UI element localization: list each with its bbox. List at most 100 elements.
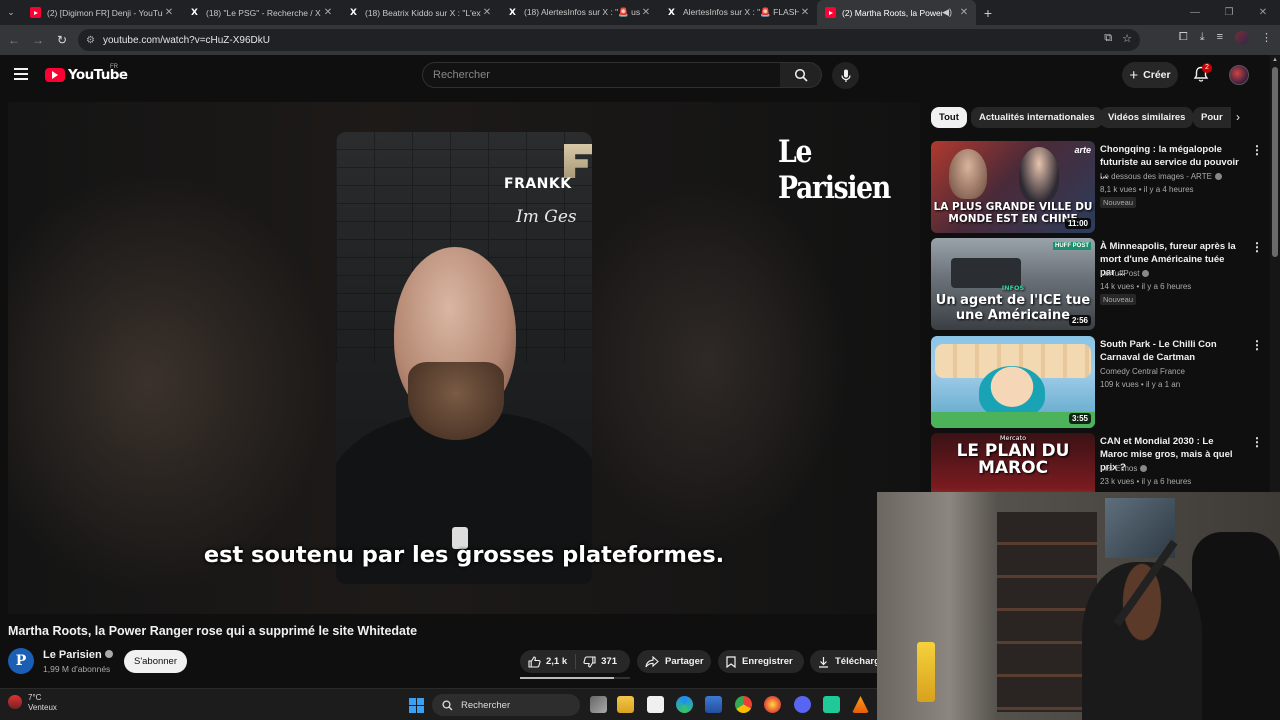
vlc-icon[interactable] [852,696,869,713]
close-tab-icon[interactable]: ✕ [640,7,652,18]
video-thumbnail[interactable]: 3:55 [931,336,1095,428]
store-icon[interactable] [705,696,722,713]
profile-avatar[interactable] [1235,31,1249,45]
chevron-right-icon[interactable]: › [1236,110,1240,124]
download-icon[interactable]: ⤓ [1200,31,1205,45]
microphone-icon [840,69,851,82]
thumb-tag: arte [1074,145,1091,155]
site-info-icon[interactable]: ⚙ [86,35,95,46]
share-button[interactable]: Partager [637,650,711,673]
scroll-up-icon[interactable]: ▲ [1270,57,1280,63]
search-input[interactable]: Rechercher [422,62,781,88]
video-subtitle: est soutenu par les grosses plateformes. [203,542,725,568]
chip-world-news[interactable]: Actualités internationales [971,107,1103,128]
verified-icon [1142,270,1150,277]
save-button[interactable]: Enregistrer [718,650,804,673]
save-label: Enregistrer [742,656,793,667]
recommended-video[interactable]: arte LA PLUS GRANDE VILLE DU MONDE EST E… [931,141,1263,233]
taskbar-search[interactable]: Rechercher [432,694,580,716]
edge-icon[interactable] [676,696,693,713]
video-title: South Park - Le Chilli Con Carnaval de C… [1100,339,1217,363]
tab-title: AlertesInfos sur X : "🚨 FLASH [683,7,799,17]
account-avatar[interactable] [1229,65,1249,85]
tab-title: (18) AlertesInfos sur X : "🚨 us [524,7,640,17]
more-options-icon[interactable]: ⋮ [1251,338,1263,352]
browser-menu-icon[interactable]: ⋮ [1261,31,1272,45]
more-options-icon[interactable]: ⋮ [1251,435,1261,449]
create-button[interactable]: + Créer [1122,62,1178,88]
close-window-icon[interactable]: ✕ [1246,0,1280,25]
recommended-video[interactable]: HUFF POST INFOS Un agent de l'ICE tue un… [931,238,1263,330]
recommended-video[interactable]: Mercato LE PLAN DU MAROC CAN et Mondial … [931,433,1261,493]
close-tab-icon[interactable]: ✕ [958,7,970,18]
browser-tab[interactable]: (2) [Digimon FR] Denji - YouTube ✕ [22,0,181,25]
browser-tab[interactable]: X (18) "Le PSG" - Recherche / X ✕ [181,0,340,25]
video-thumbnail[interactable]: Mercato LE PLAN DU MAROC [931,433,1095,493]
video-player[interactable]: FRANKK Im Ges Le Parisien est soutenu pa… [8,102,920,614]
chip-all[interactable]: Tout [931,107,967,128]
new-badge: Nouveau [1100,197,1137,208]
dislike-button[interactable]: 371 [576,655,617,668]
windows-start-icon[interactable] [409,698,424,713]
recommended-video[interactable]: 3:55 South Park - Le Chilli Con Carnaval… [931,336,1263,428]
le-parisien-watermark: Le Parisien [778,134,891,206]
maximize-icon[interactable]: ❐ [1212,0,1246,25]
discord-icon[interactable] [794,696,811,713]
chrome-icon[interactable] [735,696,752,713]
firefox-icon[interactable] [764,696,781,713]
app-icon[interactable] [823,696,840,713]
create-label: Créer [1143,69,1171,81]
install-app-icon[interactable]: ⧉ [1104,32,1112,45]
like-button[interactable]: 2,1 k [520,654,577,669]
reload-icon[interactable]: ↻ [50,33,74,47]
browser-tab[interactable]: X (18) AlertesInfos sur X : "🚨 us ✕ [499,0,658,25]
browser-tab[interactable]: X (18) Beatrix Kiddo sur X : "L'extr ✕ [340,0,499,25]
youtube-wordmark: YouTube [68,67,128,83]
notepad-icon[interactable] [647,696,664,713]
notifications-button[interactable]: 2 [1193,63,1212,84]
new-tab-button[interactable]: + [976,5,1000,21]
thumbs-up-icon [528,655,541,668]
menu-icon[interactable] [14,68,28,80]
extensions-icon[interactable]: ⧠ [1179,31,1188,45]
youtube-logo[interactable]: YouTube FR [45,64,128,83]
video-inner-frame: FRANKK Im Ges [336,132,592,584]
speaker-beard [408,362,504,440]
back-icon[interactable]: ← [2,33,26,47]
youtube-header: YouTube FR Rechercher + Créer 2 [0,55,1270,95]
video-channel-name: Le dessous des images - ARTE [1100,172,1212,181]
more-options-icon[interactable]: ⋮ [1251,240,1263,254]
share-arrow-icon [645,655,659,667]
tab-search-icon[interactable]: ⌄ [0,0,22,25]
url-field[interactable]: ⚙ youtube.com/watch?v=cHuZ-X96DkU ⧉ ☆ [78,29,1140,51]
share-label: Partager [665,656,704,667]
search-button[interactable] [780,62,822,88]
close-tab-icon[interactable]: ✕ [799,7,811,18]
weather-widget[interactable]: 7°C Venteux [8,693,57,713]
media-control-icon[interactable]: ≡ [1217,31,1223,45]
video-duration: 2:56 [1068,315,1091,326]
bookmark-star-icon[interactable]: ☆ [1122,32,1132,45]
more-options-icon[interactable]: ⋮ [1251,143,1263,157]
channel-name-link[interactable]: Le Parisien [43,649,113,661]
file-explorer-icon[interactable] [617,696,634,713]
browser-tab[interactable]: X AlertesInfos sur X : "🚨 FLASH ✕ [658,0,817,25]
close-tab-icon[interactable]: ✕ [322,7,334,18]
minimize-icon[interactable]: — [1178,0,1212,25]
webcam-overlay [877,492,1280,720]
thumb-caption: LE PLAN DU MAROC [956,441,1070,478]
browser-tab-active[interactable]: (2) Martha Roots, la Power Ranger ◀) ✕ [817,0,976,25]
video-thumbnail[interactable]: arte LA PLUS GRANDE VILLE DU MONDE EST E… [931,141,1095,233]
close-tab-icon[interactable]: ✕ [481,7,493,18]
scrollbar-thumb[interactable] [1272,67,1278,257]
video-thumbnail[interactable]: HUFF POST INFOS Un agent de l'ICE tue un… [931,238,1095,330]
channel-avatar[interactable]: P [8,648,34,674]
chip-similar-videos[interactable]: Vidéos similaires [1100,107,1194,128]
chip-for-you[interactable]: Pour [1193,107,1231,128]
speaker-icon[interactable]: ◀) [942,7,952,18]
close-tab-icon[interactable]: ✕ [163,7,175,18]
forward-icon[interactable]: → [26,33,50,47]
voice-search-button[interactable] [832,62,859,89]
task-view-icon[interactable] [590,696,607,713]
subscribe-button[interactable]: S'abonner [124,650,187,673]
